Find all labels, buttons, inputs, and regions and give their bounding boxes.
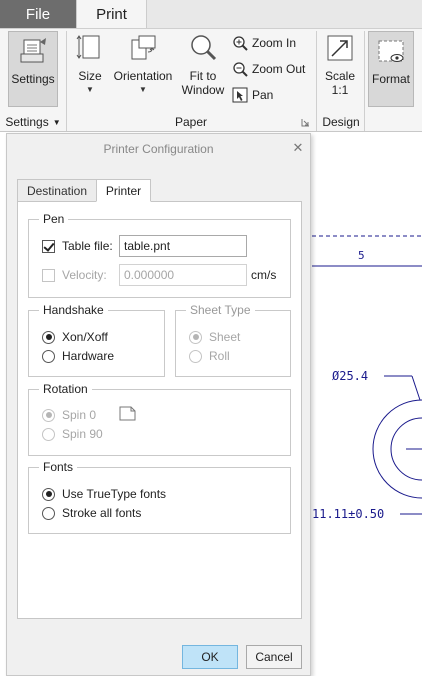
fit-to-window-button[interactable]: Fit to Window [178,33,228,97]
size-button[interactable]: Size ▼ [72,33,108,94]
tolerance-dimension: 11.11±0.50 [312,507,385,521]
velocity-input[interactable]: 0.000000 [119,264,247,286]
velocity-label: Velocity: [62,268,107,282]
scale-label-1: Scale [324,69,356,83]
zoom-out-label: Zoom Out [252,62,306,76]
rotation-group: Rotation Spin 0 Spin 90 [28,382,291,456]
dialog-title: Printer Configuration [103,142,214,156]
table-file-input[interactable]: table.pnt [119,235,247,257]
radio-button[interactable] [42,506,55,520]
tab-destination[interactable]: Destination [17,179,97,202]
fit-label-2: Window [181,83,225,97]
fit-label-1: Fit to [189,69,217,83]
tab-file[interactable]: File [0,0,76,28]
zoom-in-label: Zoom In [252,36,297,50]
radio-label: Use TrueType fonts [62,487,167,501]
table-file-checkbox-row[interactable]: Table file: [42,239,113,253]
zoom-out-button[interactable]: Zoom Out [232,59,305,79]
sheet-type-group: Sheet Type Sheet Roll [175,303,291,377]
format-preview-icon [378,40,404,62]
orientation-button[interactable]: Orientation ▼ [110,33,176,94]
chevron-down-icon: ▼ [52,117,61,127]
group-settings-dropdown[interactable]: Settings ▼ [0,113,66,131]
radio-label: Xon/Xoff [62,330,108,344]
table-file-label: Table file: [62,239,113,253]
size-label: Size [78,69,102,83]
fonts-group-title: Fonts [39,460,78,474]
settings-button[interactable]: Settings [8,31,58,107]
drawing-column-label: 5 [358,249,365,262]
dialog-launcher-icon[interactable] [301,118,310,127]
chevron-down-icon: ▼ [139,85,147,94]
radio-label: Sheet [209,330,241,344]
radio-button[interactable] [42,427,55,441]
format-button[interactable]: Format [368,31,414,107]
radio-label: Stroke all fonts [62,506,142,520]
zoom-in-button[interactable]: Zoom In [232,33,296,53]
radio-button[interactable] [189,330,202,344]
ribbon: Settings Size ▼ Orientation ▼ Fit to Win… [0,28,422,132]
velocity-unit: cm/s [251,268,277,282]
fonts-group: Fonts Use TrueType fonts Stroke all font… [28,460,291,534]
ok-button[interactable]: OK [182,645,238,669]
close-icon[interactable]: ✕ [291,140,305,155]
handshake-group: Handshake Xon/Xoff Hardware [28,303,165,377]
radio-label: Spin 90 [62,427,103,441]
drawing-canvas[interactable]: 5 Ø25.4 11.11±0.50 [312,132,422,676]
radio-xon-xoff[interactable]: Xon/Xoff [42,330,108,344]
tab-printer[interactable]: Printer [96,179,151,202]
paper-size-icon [76,35,100,59]
scale-label-2: 1:1 [331,83,349,97]
ribbon-tabbar: File Print [0,0,422,29]
rotation-group-title: Rotation [39,382,92,396]
drawing-lines [312,235,422,515]
printer-tab-panel: Pen Table file: table.pnt Velocity: 0.00… [17,201,302,619]
table-file-checkbox[interactable] [42,239,55,253]
printer-settings-icon [20,38,46,63]
diameter-dimension: Ø25.4 [332,369,369,383]
pan-button[interactable]: Pan [232,85,273,105]
radio-button[interactable] [189,349,202,363]
chevron-down-icon: ▼ [86,85,94,94]
group-settings-label: Settings [5,115,49,129]
radio-button[interactable] [42,349,55,363]
velocity-checkbox[interactable] [42,268,55,282]
zoom-in-icon [233,36,248,51]
sheet-type-group-title: Sheet Type [186,303,255,317]
format-label: Format [371,72,410,86]
scale-button[interactable]: Scale 1:1 [320,33,360,97]
cancel-button[interactable]: Cancel [246,645,302,669]
radio-sheet[interactable]: Sheet [189,330,240,344]
radio-label: Roll [209,349,230,363]
group-paper-label: Paper [174,115,208,129]
radio-label: Spin 0 [62,408,97,422]
handshake-group-title: Handshake [39,303,108,317]
pen-group: Pen Table file: table.pnt Velocity: 0.00… [28,212,291,298]
velocity-checkbox-row[interactable]: Velocity: [42,268,107,282]
radio-button[interactable] [42,330,55,344]
pan-icon [232,87,248,103]
printer-configuration-dialog: Printer Configuration ✕ Destination Prin… [6,133,311,676]
radio-label: Hardware [62,349,115,363]
radio-spin-90[interactable]: Spin 90 [42,427,103,441]
radio-button[interactable] [42,487,55,501]
tab-print[interactable]: Print [76,0,147,29]
radio-use-truetype[interactable]: Use TrueType fonts [42,487,166,501]
magnifier-fit-icon [191,35,217,61]
settings-label: Settings [11,72,55,86]
scale-arrow-icon [327,35,353,61]
orientation-label: Orientation [113,69,173,83]
radio-hardware[interactable]: Hardware [42,349,114,363]
pan-label: Pan [252,88,274,102]
pen-group-title: Pen [39,212,69,226]
radio-spin-0[interactable]: Spin 0 [42,408,96,422]
zoom-out-icon [233,62,248,77]
radio-button[interactable] [42,408,55,422]
page-orientation-icon [119,406,136,421]
radio-roll[interactable]: Roll [189,349,230,363]
radio-stroke-all[interactable]: Stroke all fonts [42,506,141,520]
orientation-icon [131,35,156,60]
group-design-label: Design [322,115,360,129]
